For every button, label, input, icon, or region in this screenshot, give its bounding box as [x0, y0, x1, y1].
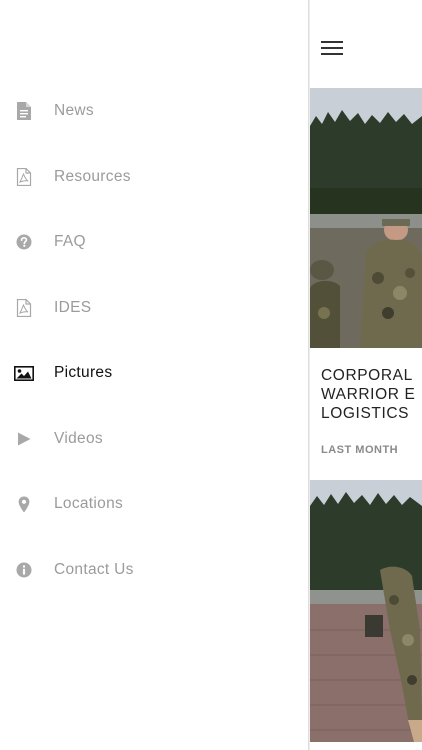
- menu-label-faq: FAQ: [54, 233, 86, 250]
- menu-label-contact-us: Contact Us: [54, 561, 134, 578]
- menu-item-locations[interactable]: Locations: [0, 482, 308, 526]
- menu-item-videos[interactable]: Videos: [0, 417, 308, 461]
- menu-item-resources[interactable]: Resources: [0, 155, 308, 199]
- location-pin-icon: [14, 494, 34, 514]
- feed-content: CORPORAL WARRIOR E LOGISTICS LAST MONTH: [310, 0, 422, 750]
- hamburger-menu-icon[interactable]: [321, 41, 343, 55]
- menu-label-pictures: Pictures: [54, 364, 113, 381]
- menu-label-locations: Locations: [54, 495, 124, 512]
- menu-label-news: News: [54, 102, 94, 119]
- news-card-photo-2[interactable]: [310, 480, 422, 742]
- menu-label-resources: Resources: [54, 168, 131, 185]
- menu-item-ides[interactable]: IDES: [0, 286, 308, 330]
- news-card-date: LAST MONTH: [321, 444, 399, 456]
- play-icon: [14, 429, 34, 449]
- menu-item-faq[interactable]: FAQ: [0, 220, 308, 264]
- pdf-icon: [14, 298, 34, 318]
- menu-label-ides: IDES: [54, 299, 92, 316]
- menu-item-news[interactable]: News: [0, 89, 308, 133]
- news-card-photo[interactable]: [310, 88, 422, 348]
- document-icon: [14, 101, 34, 121]
- menu-label-videos: Videos: [54, 430, 103, 447]
- pdf-icon: [14, 167, 34, 187]
- info-icon: [14, 560, 34, 580]
- image-icon: [14, 363, 34, 383]
- navigation-drawer: News Resources FAQ IDES Pictures Videos …: [0, 0, 308, 750]
- question-icon: [14, 232, 34, 252]
- menu-item-contact-us[interactable]: Contact Us: [0, 548, 308, 592]
- menu-item-pictures[interactable]: Pictures: [0, 351, 308, 395]
- news-card-title[interactable]: CORPORAL WARRIOR E LOGISTICS: [321, 366, 422, 423]
